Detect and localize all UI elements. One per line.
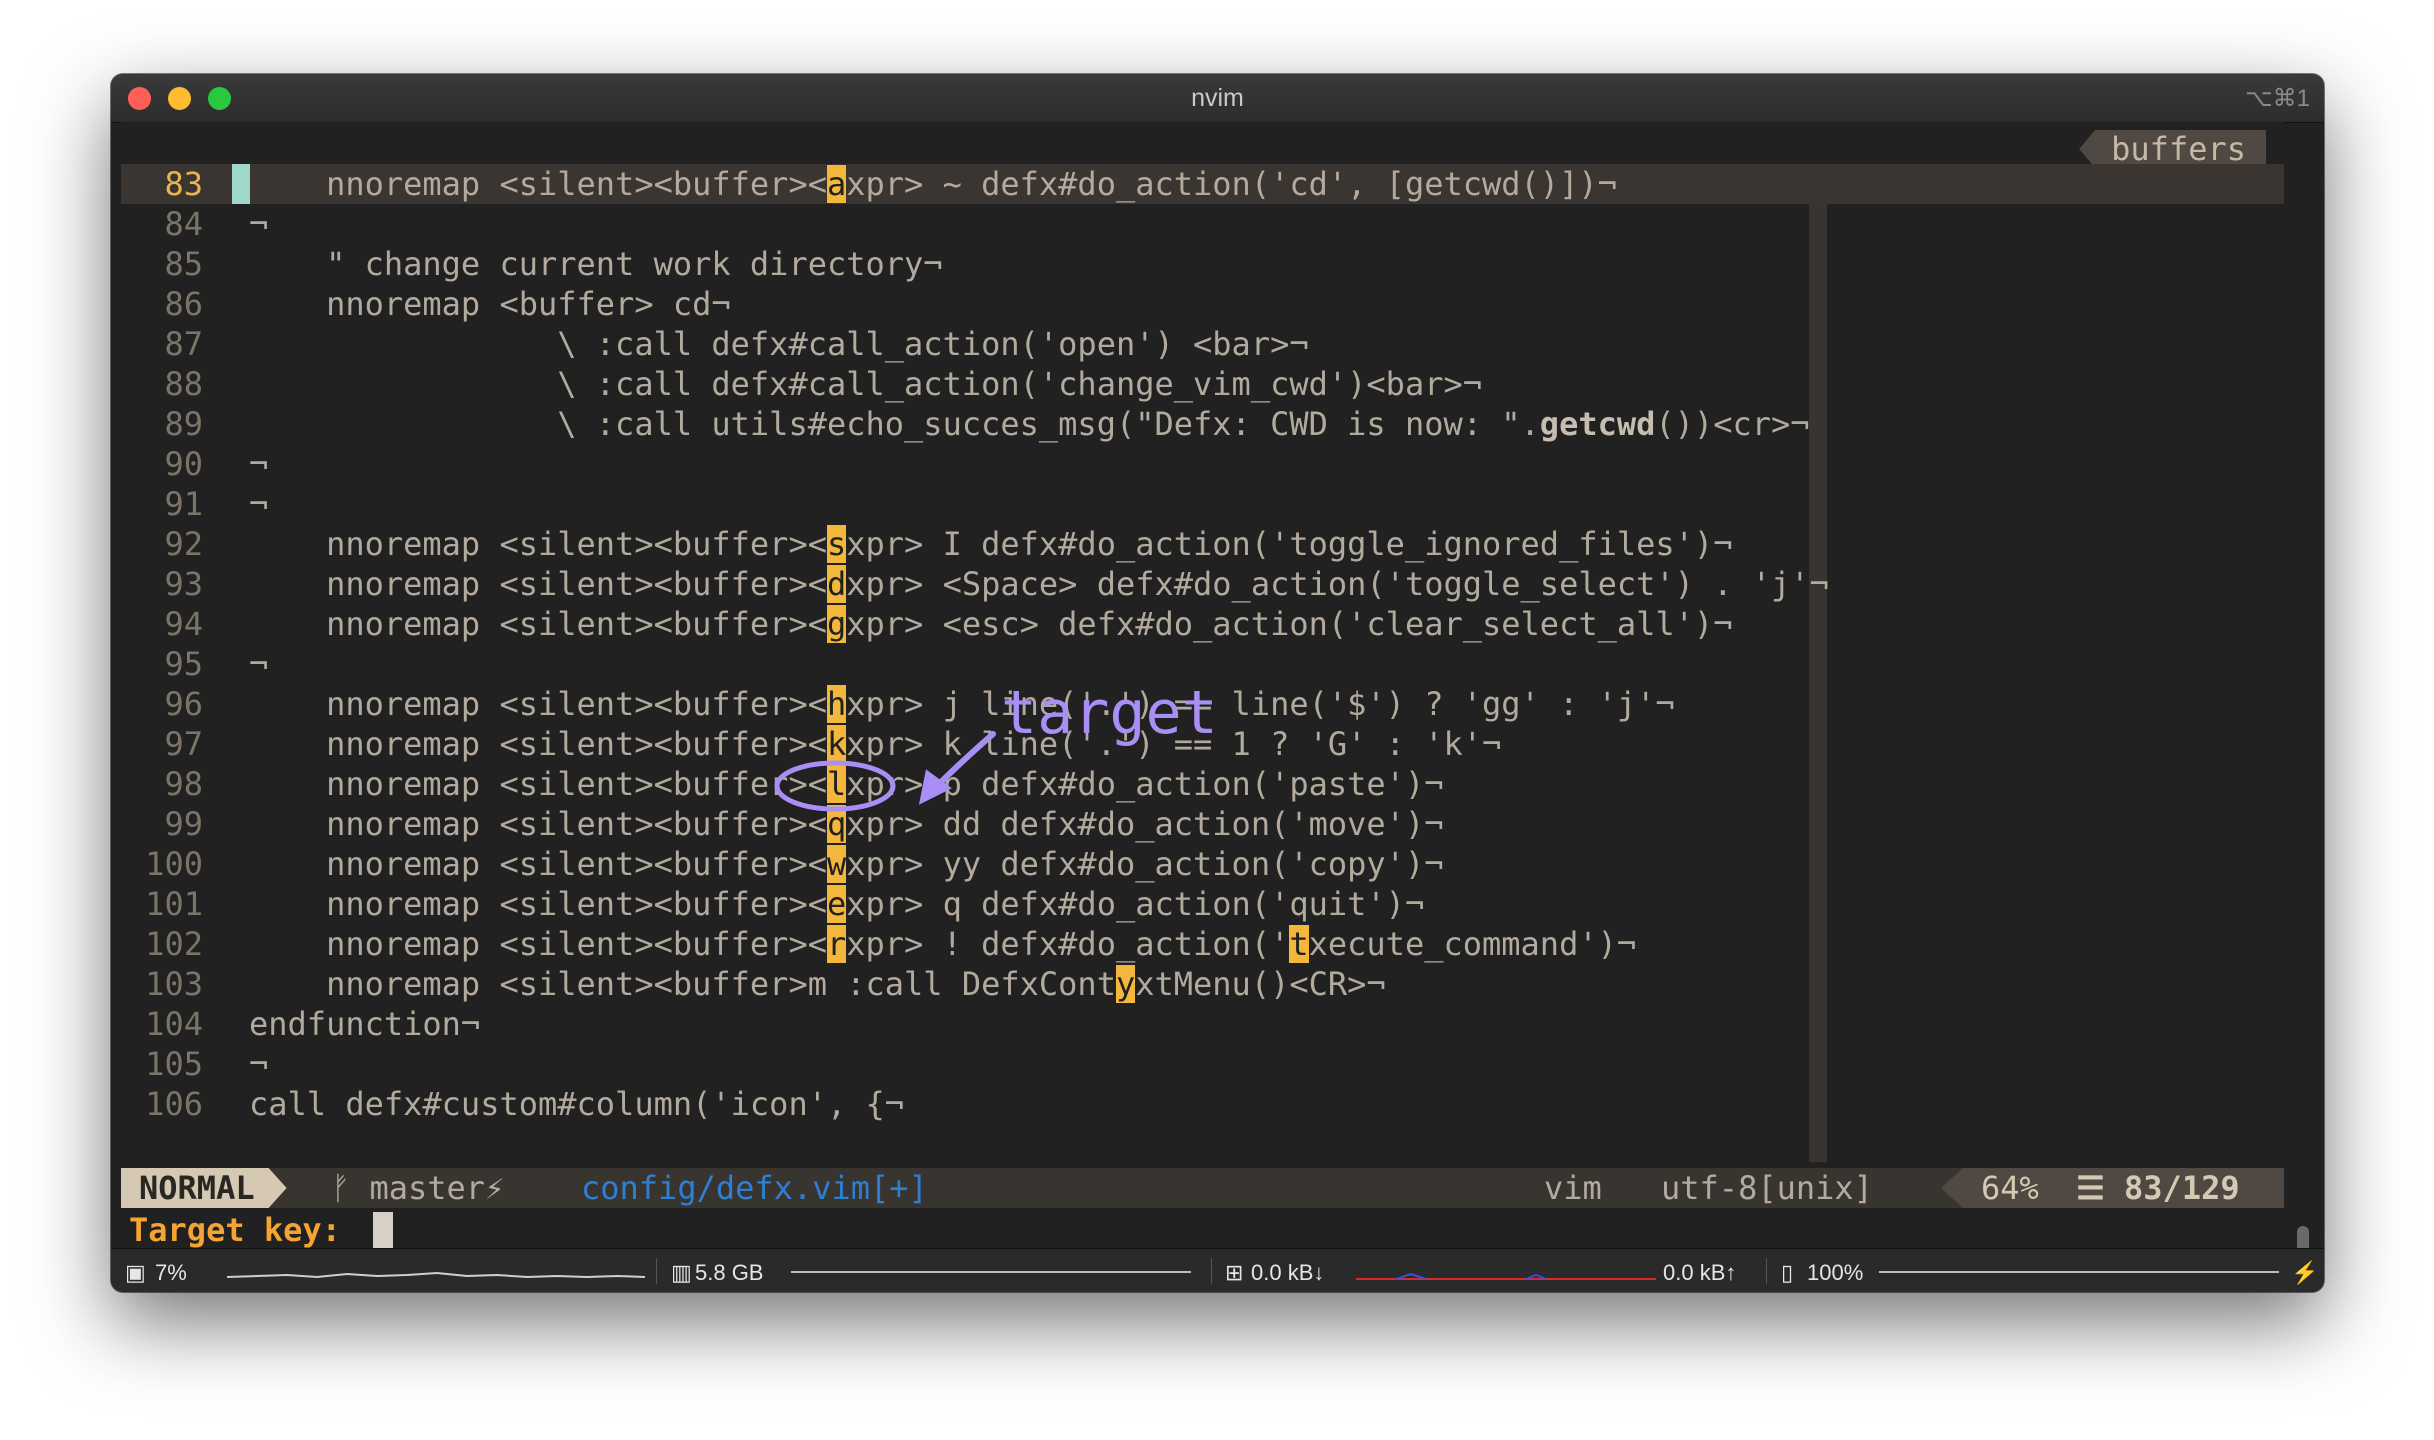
- statusline: NORMAL ᚠ master⚡ config/defx.vim[+] vim …: [121, 1168, 2284, 1208]
- tmux-status-bar: ▣ 7% ▥ 5.8 GB ⊞ 0.0 kB↓ 0.0 kB↑ ▯ 100% ⚡: [111, 1248, 2324, 1292]
- network-down: 0.0 kB↓: [1251, 1260, 1325, 1285]
- divider: [1211, 1258, 1212, 1284]
- filetype: vim: [1544, 1169, 1602, 1207]
- divider: [656, 1258, 657, 1284]
- cursor-position-block: 64% ☰ 83/129 ␤:1: [1941, 1168, 2284, 1208]
- cpu-sparkline: [227, 1271, 646, 1279]
- battery-level: 100%: [1807, 1260, 1864, 1285]
- title-bar[interactable]: nvim ⌥⌘1: [111, 74, 2324, 123]
- target-key-prompt: Target key:: [129, 1211, 341, 1249]
- network-graph: [1356, 1272, 1656, 1280]
- cpu-icon: ▣: [125, 1260, 146, 1285]
- memory-usage: 5.8 GB: [695, 1260, 764, 1285]
- memory-icon: ▥: [671, 1260, 692, 1285]
- mode-indicator: NORMAL: [121, 1168, 287, 1208]
- network-icon: ⊞: [1225, 1260, 1244, 1285]
- network-up: 0.0 kB↑: [1663, 1260, 1737, 1285]
- window-title: nvim: [1191, 84, 1244, 112]
- battery-icon: ▯: [1781, 1260, 1794, 1285]
- target-circle: [774, 760, 896, 812]
- file-encoding: utf-8[unix]: [1661, 1169, 1873, 1207]
- annotation-overlay: [774, 731, 996, 812]
- line-position: ☰ 83/129: [2076, 1169, 2240, 1207]
- divider: [1766, 1258, 1767, 1284]
- window-shortcut: ⌥⌘1: [2244, 85, 2310, 112]
- cpu-usage: 7%: [155, 1260, 187, 1285]
- command-line[interactable]: Target key:: [121, 1208, 2284, 1252]
- git-branch: ᚠ master⚡: [331, 1169, 505, 1207]
- nvim-editor[interactable]: buffers 83 nnoremap <silent><buffer><axp…: [121, 122, 2284, 1249]
- battery-graph: [1879, 1271, 2279, 1273]
- terminal-window: nvim ⌥⌘1 buffers 83 nnoremap <silent><bu…: [111, 74, 2324, 1292]
- file-path: config/defx.vim[+]: [581, 1169, 928, 1207]
- target-annotation-label: target: [1001, 678, 1218, 748]
- memory-graph: [791, 1271, 1191, 1273]
- arrow-line: [933, 731, 996, 790]
- text-cursor: [373, 1212, 393, 1248]
- charging-icon: ⚡: [2291, 1260, 2319, 1285]
- scroll-percent: 64%: [1981, 1169, 2039, 1207]
